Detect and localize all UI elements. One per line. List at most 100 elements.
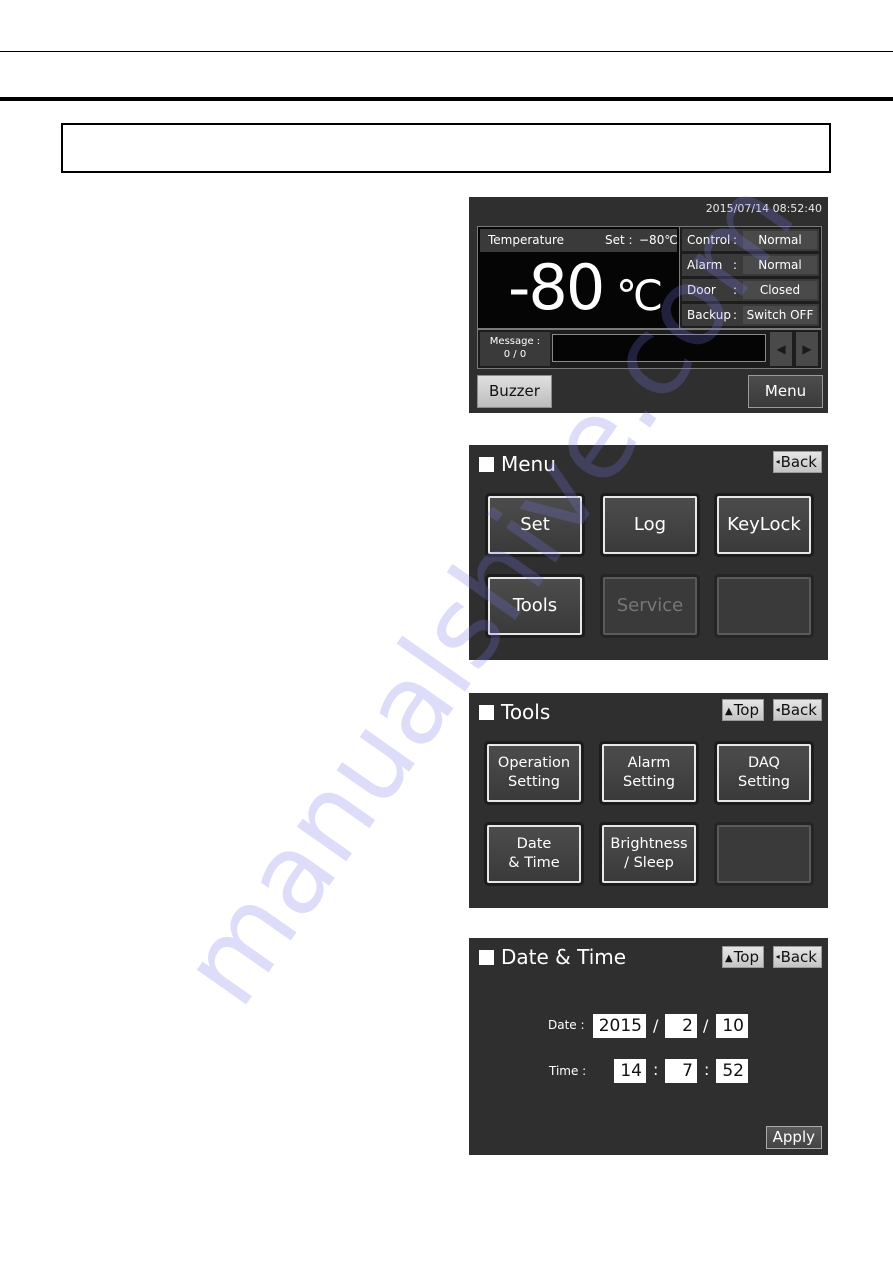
tile-line1: Date bbox=[516, 836, 552, 852]
status-row-control: Control : Normal bbox=[682, 229, 819, 251]
menu-tile-log[interactable]: Log bbox=[603, 496, 697, 554]
status-value: Closed bbox=[743, 281, 817, 299]
status-row-alarm: Alarm : Normal bbox=[682, 254, 819, 276]
back-button[interactable]: ◂Back bbox=[772, 451, 822, 473]
tile-line2: & Time bbox=[508, 855, 560, 871]
year-field[interactable]: 2015 bbox=[593, 1014, 646, 1038]
tile-line2: Setting bbox=[623, 774, 675, 790]
tile-line2: / Sleep bbox=[624, 855, 674, 871]
header-rule-thick bbox=[0, 97, 893, 101]
menu-tile-service: Service bbox=[603, 577, 697, 635]
status-key: Alarm bbox=[687, 258, 723, 272]
set-value: −80℃ bbox=[639, 233, 678, 247]
menu-tile-keylock[interactable]: KeyLock bbox=[717, 496, 811, 554]
message-label: Message : 0 / 0 bbox=[480, 332, 550, 366]
tools-tile-empty bbox=[717, 825, 811, 883]
tools-tile-daq-setting[interactable]: DAQ Setting bbox=[717, 744, 811, 802]
menu-tile-set[interactable]: Set bbox=[488, 496, 582, 554]
message-count: 0 / 0 bbox=[503, 349, 527, 360]
menu-screen: Menu ◂Back Set Log KeyLock Tools Service bbox=[469, 445, 828, 660]
menu-title-text: Menu bbox=[501, 452, 556, 476]
temperature-unit: ℃ bbox=[616, 271, 664, 320]
status-value: Normal bbox=[743, 256, 817, 274]
status-colon: : bbox=[733, 258, 738, 272]
triangle-right-icon: ▶ bbox=[802, 342, 812, 356]
temperature-panel: Temperature Set : −80℃ -80 ℃ bbox=[477, 226, 680, 329]
tools-title: Tools bbox=[479, 700, 550, 724]
tile-line2: Setting bbox=[738, 774, 790, 790]
back-arrow-icon: ◂ bbox=[775, 457, 780, 466]
status-value: Switch OFF bbox=[743, 306, 817, 324]
tools-tile-brightness-sleep[interactable]: Brightness / Sleep bbox=[602, 825, 696, 883]
message-label-text: Message : bbox=[489, 336, 541, 347]
time-label: Time : bbox=[549, 1064, 587, 1078]
back-label: Back bbox=[780, 948, 817, 966]
status-colon: : bbox=[733, 308, 738, 322]
minute-field[interactable]: 7 bbox=[665, 1059, 697, 1083]
temperature-label: Temperature bbox=[488, 233, 565, 247]
tile-line2: Setting bbox=[508, 774, 560, 790]
tools-screen: Tools ▲Top ◂Back Operation Setting Alarm S… bbox=[469, 693, 828, 908]
tile-line1: Operation bbox=[497, 755, 571, 771]
status-colon: : bbox=[733, 233, 738, 247]
top-label: Top bbox=[733, 948, 759, 966]
top-button[interactable]: ▲Top bbox=[721, 699, 764, 721]
prev-message-button[interactable]: ◀ bbox=[770, 332, 792, 366]
back-button[interactable]: ◂Back bbox=[772, 946, 822, 968]
time-separator: : bbox=[653, 1060, 659, 1079]
second-field[interactable]: 52 bbox=[716, 1059, 748, 1083]
triangle-left-icon: ◀ bbox=[776, 342, 786, 356]
next-message-button[interactable]: ▶ bbox=[796, 332, 818, 366]
status-colon: : bbox=[733, 283, 738, 297]
date-time-screen: Date & Time ▲Top ◂Back Date : 2015 / 2 /… bbox=[469, 938, 828, 1155]
date-label: Date : bbox=[548, 1018, 585, 1032]
month-field[interactable]: 2 bbox=[665, 1014, 697, 1038]
date-time-title-text: Date & Time bbox=[501, 945, 627, 969]
status-row-backup: Backup : Switch OFF bbox=[682, 304, 819, 326]
square-icon bbox=[479, 704, 494, 720]
menu-button[interactable]: Menu bbox=[748, 375, 823, 408]
menu-tile-empty bbox=[717, 577, 811, 635]
menu-title: Menu bbox=[479, 452, 556, 476]
buzzer-button[interactable]: Buzzer bbox=[477, 375, 552, 408]
tools-title-text: Tools bbox=[501, 700, 551, 724]
apply-button[interactable]: Apply bbox=[765, 1126, 822, 1149]
status-key: Door bbox=[687, 283, 716, 297]
message-field bbox=[552, 334, 766, 362]
top-button[interactable]: ▲Top bbox=[721, 946, 764, 968]
menu-tile-tools[interactable]: Tools bbox=[488, 577, 582, 635]
status-panel: Control : Normal Alarm : Normal Door : C… bbox=[679, 226, 822, 329]
date-separator: / bbox=[653, 1016, 659, 1035]
status-row-door: Door : Closed bbox=[682, 279, 819, 301]
day-field[interactable]: 10 bbox=[716, 1014, 748, 1038]
message-panel: Message : 0 / 0 ◀ ▶ bbox=[477, 329, 822, 369]
timestamp: 2015/07/14 08:52:40 bbox=[705, 202, 822, 215]
back-button[interactable]: ◂Back bbox=[772, 699, 822, 721]
up-arrow-icon: ▲ bbox=[724, 953, 733, 964]
status-key: Backup bbox=[687, 308, 731, 322]
back-arrow-icon: ◂ bbox=[775, 705, 780, 714]
back-label: Back bbox=[780, 453, 817, 471]
temperature-header: Temperature Set : −80℃ bbox=[480, 229, 678, 252]
tile-line1: DAQ bbox=[747, 755, 780, 771]
back-label: Back bbox=[780, 701, 817, 719]
tools-tile-date-time[interactable]: Date & Time bbox=[487, 825, 581, 883]
main-status-screen: 2015/07/14 08:52:40 Temperature Set : −8… bbox=[469, 197, 828, 413]
square-icon bbox=[479, 949, 494, 965]
set-label: Set : bbox=[605, 233, 633, 247]
status-key: Control bbox=[687, 233, 731, 247]
tools-tile-alarm-setting[interactable]: Alarm Setting bbox=[602, 744, 696, 802]
status-value: Normal bbox=[743, 231, 817, 249]
tile-line1: Brightness bbox=[610, 836, 688, 852]
current-temperature: -80 bbox=[508, 251, 605, 324]
up-arrow-icon: ▲ bbox=[724, 706, 733, 717]
tools-tile-operation-setting[interactable]: Operation Setting bbox=[487, 744, 581, 802]
section-heading-box bbox=[61, 123, 831, 173]
hour-field[interactable]: 14 bbox=[614, 1059, 646, 1083]
date-time-title: Date & Time bbox=[479, 945, 626, 969]
back-arrow-icon: ◂ bbox=[775, 952, 780, 961]
square-icon bbox=[479, 456, 494, 472]
time-separator: : bbox=[704, 1060, 710, 1079]
date-separator: / bbox=[703, 1016, 709, 1035]
tile-line1: Alarm bbox=[627, 755, 671, 771]
